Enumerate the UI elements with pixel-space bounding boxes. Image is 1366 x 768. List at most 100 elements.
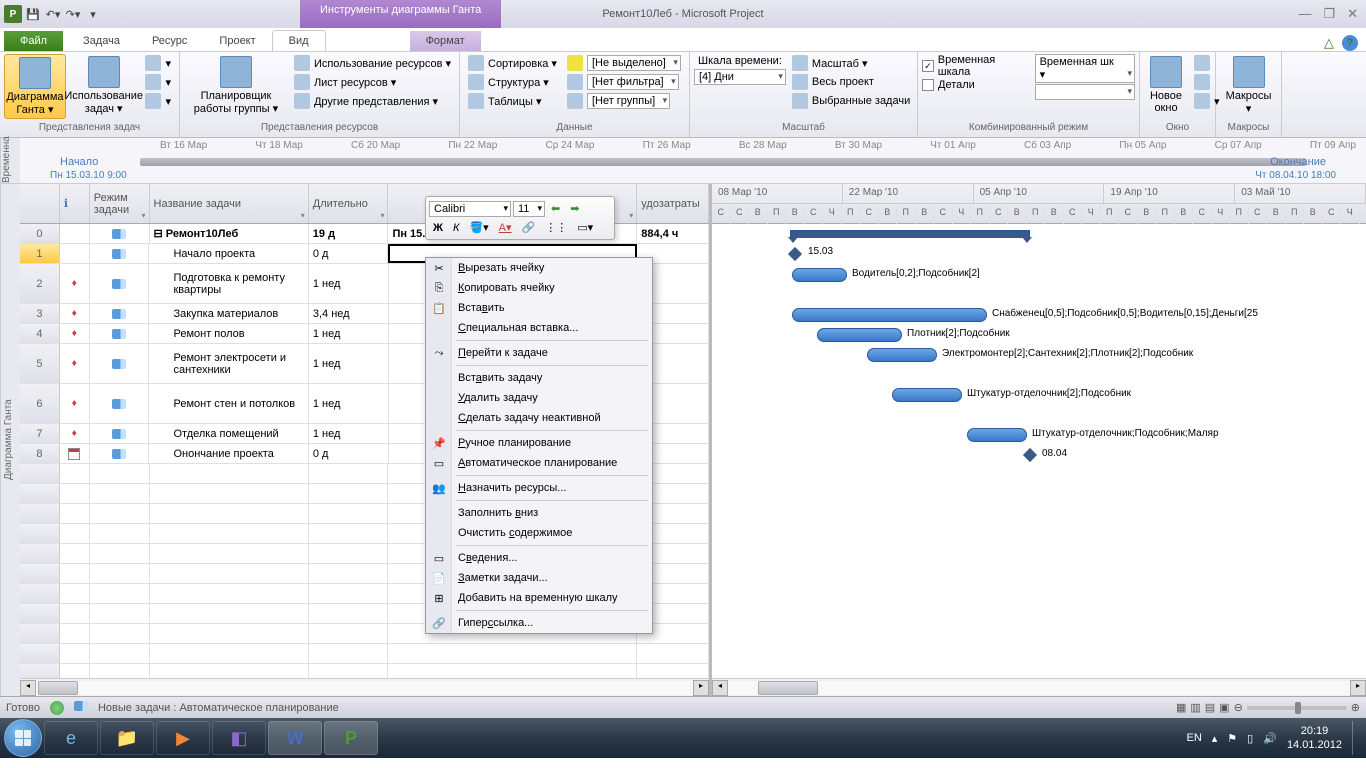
menu-item[interactable]: ▭Сведения... bbox=[426, 548, 652, 568]
timescale-combo[interactable]: [4] Дни bbox=[694, 69, 786, 85]
flag-icon[interactable]: ⚑ bbox=[1227, 732, 1237, 745]
group-combo[interactable]: [Нет группы] bbox=[563, 92, 685, 110]
menu-item[interactable]: 👥Назначить ресурсы... bbox=[426, 478, 652, 498]
percent-icon[interactable]: ▭▾ bbox=[573, 219, 597, 236]
resource-usage-button[interactable]: Использование ресурсов ▾ bbox=[290, 54, 455, 72]
milestone-start[interactable] bbox=[788, 247, 802, 261]
tab-view[interactable]: Вид bbox=[272, 30, 326, 51]
power-icon[interactable]: ▯ bbox=[1247, 732, 1253, 745]
view-calendar-icon[interactable]: ▥ bbox=[1190, 701, 1200, 714]
resource-sheet-button[interactable]: Лист ресурсов ▾ bbox=[290, 73, 455, 91]
menu-item[interactable]: 📄Заметки задачи... bbox=[426, 568, 652, 588]
clock[interactable]: 20:1914.01.2012 bbox=[1287, 724, 1342, 753]
table-row[interactable] bbox=[20, 644, 709, 664]
grid-hscroll[interactable]: ◂▸ bbox=[20, 678, 709, 696]
tab-resource[interactable]: Ресурс bbox=[136, 31, 203, 51]
gantt-timescale[interactable]: 08 Мар '1022 Мар '1005 Апр '1019 Апр '10… bbox=[712, 184, 1366, 224]
link-tasks-icon[interactable]: 🔗 bbox=[518, 219, 540, 236]
start-button[interactable] bbox=[4, 719, 42, 757]
menu-item[interactable]: ⤳Перейти к задаче bbox=[426, 343, 652, 363]
work-col[interactable]: удозатраты bbox=[637, 184, 709, 223]
tb-word-icon[interactable]: W bbox=[268, 721, 322, 755]
task-usage-button[interactable]: Использование задач ▾ bbox=[68, 54, 140, 117]
language-indicator[interactable]: EN bbox=[1186, 732, 1201, 744]
task-bar-6[interactable] bbox=[892, 388, 962, 402]
table-row[interactable] bbox=[20, 664, 709, 678]
help-icon[interactable]: ? bbox=[1342, 35, 1358, 51]
info-col[interactable]: ℹ bbox=[60, 184, 90, 223]
task-bar-3[interactable] bbox=[792, 308, 987, 322]
task-bar-2[interactable] bbox=[792, 268, 847, 282]
indent-icon[interactable]: ➡ bbox=[566, 200, 583, 217]
task-bar-5[interactable] bbox=[867, 348, 937, 362]
tb-ie-icon[interactable]: e bbox=[44, 721, 98, 755]
menu-item[interactable]: ▭Автоматическое планирование bbox=[426, 453, 652, 473]
auto-schedule-icon[interactable] bbox=[74, 701, 88, 714]
menu-item[interactable]: Заполнить вниз bbox=[426, 503, 652, 523]
whole-project-button[interactable]: Весь проект bbox=[788, 73, 914, 91]
qat-customize-icon[interactable]: ▾ bbox=[84, 5, 102, 23]
zoom-out-icon[interactable]: ⊖ bbox=[1234, 701, 1243, 714]
milestone-end[interactable] bbox=[1023, 448, 1037, 462]
details-view-combo[interactable] bbox=[1035, 84, 1135, 100]
systray-expand-icon[interactable]: ▴ bbox=[1212, 732, 1218, 745]
task-bar-7[interactable] bbox=[967, 428, 1027, 442]
outdent-icon[interactable]: ⬅ bbox=[547, 200, 564, 217]
unlink-tasks-icon[interactable]: ⋮⋮ bbox=[541, 219, 571, 236]
minimize-ribbon-icon[interactable]: △ bbox=[1324, 35, 1334, 51]
minimize-icon[interactable]: — bbox=[1298, 6, 1311, 22]
tb-project-icon[interactable]: P bbox=[324, 721, 378, 755]
view-network-icon[interactable]: ▤ bbox=[1205, 701, 1215, 714]
status-auto-mode[interactable]: Новые задачи : Автоматическое планирован… bbox=[98, 702, 339, 714]
team-planner-button[interactable]: Планировщик работы группы ▾ bbox=[184, 54, 288, 117]
menu-item[interactable]: 🔗Гиперссылка... bbox=[426, 613, 652, 633]
tab-project[interactable]: Проект bbox=[203, 31, 271, 51]
details-checkbox[interactable]: Детали bbox=[922, 79, 1029, 91]
app-icon[interactable]: P bbox=[4, 5, 22, 23]
fill-color-icon[interactable]: 🪣▾ bbox=[465, 219, 492, 236]
nav-icon-2[interactable]: ▾ bbox=[141, 73, 175, 91]
task-bar-4[interactable] bbox=[817, 328, 902, 342]
menu-item[interactable]: Удалить задачу bbox=[426, 388, 652, 408]
timeline-view-combo[interactable]: Временная шк ▾ bbox=[1035, 54, 1135, 83]
duration-col[interactable]: Длительно▾ bbox=[309, 184, 389, 223]
nav-icon[interactable]: ▾ bbox=[141, 54, 175, 72]
menu-item[interactable]: 📌Ручное планирование bbox=[426, 433, 652, 453]
zoom-button[interactable]: Масштаб ▾ bbox=[788, 54, 914, 72]
undo-icon[interactable]: ↶▾ bbox=[44, 5, 62, 23]
menu-item[interactable]: ✂Вырезать ячейку bbox=[426, 258, 652, 278]
highlight-combo[interactable]: [Не выделено] bbox=[563, 54, 685, 72]
timeline-bar[interactable] bbox=[140, 158, 1306, 166]
tab-format[interactable]: Формат bbox=[410, 31, 481, 51]
menu-item[interactable]: Очистить содержимое bbox=[426, 523, 652, 543]
other-views-button[interactable]: Другие представления ▾ bbox=[290, 92, 455, 110]
macros-button[interactable]: Макросы ▾ bbox=[1220, 54, 1277, 117]
tb-media-icon[interactable]: ▶ bbox=[156, 721, 210, 755]
tab-file[interactable]: Файл bbox=[4, 31, 63, 51]
show-desktop[interactable] bbox=[1352, 721, 1362, 755]
font-name-combo[interactable]: Calibri bbox=[429, 201, 511, 217]
row-header-col[interactable] bbox=[20, 184, 60, 223]
redo-icon[interactable]: ↷▾ bbox=[64, 5, 82, 23]
close-icon[interactable]: ✕ bbox=[1347, 6, 1358, 22]
gantt-chart-button[interactable]: Диаграмма Ганта ▾ bbox=[4, 54, 66, 119]
timeline-checkbox[interactable]: ✓Временная шкала bbox=[922, 54, 1029, 78]
nav-icon-3[interactable]: ▾ bbox=[141, 92, 175, 110]
save-icon[interactable]: 💾 bbox=[24, 5, 42, 23]
selected-tasks-button[interactable]: Выбранные задачи bbox=[788, 92, 914, 110]
menu-item[interactable]: Специальная вставка... bbox=[426, 318, 652, 338]
mode-col[interactable]: Режим задачи▾ bbox=[90, 184, 150, 223]
tb-app-icon[interactable]: ◧ bbox=[212, 721, 266, 755]
view-resource-icon[interactable]: ▣ bbox=[1219, 701, 1229, 714]
italic-icon[interactable]: К bbox=[449, 220, 463, 236]
menu-item[interactable]: Вставить задачу bbox=[426, 368, 652, 388]
new-window-button[interactable]: Новое окно bbox=[1144, 54, 1188, 116]
filter-combo[interactable]: [Нет фильтра] bbox=[563, 73, 685, 91]
sort-button[interactable]: Сортировка ▾ bbox=[464, 54, 561, 72]
view-gantt-icon[interactable]: ▦ bbox=[1176, 701, 1186, 714]
font-size-combo[interactable]: 11 bbox=[513, 201, 545, 217]
menu-item[interactable]: ⊞Добавить на временную шкалу bbox=[426, 588, 652, 608]
structure-button[interactable]: Структура ▾ bbox=[464, 73, 561, 91]
menu-item[interactable]: 📋Вставить bbox=[426, 298, 652, 318]
gantt-hscroll[interactable]: ◂▸ bbox=[712, 678, 1366, 696]
